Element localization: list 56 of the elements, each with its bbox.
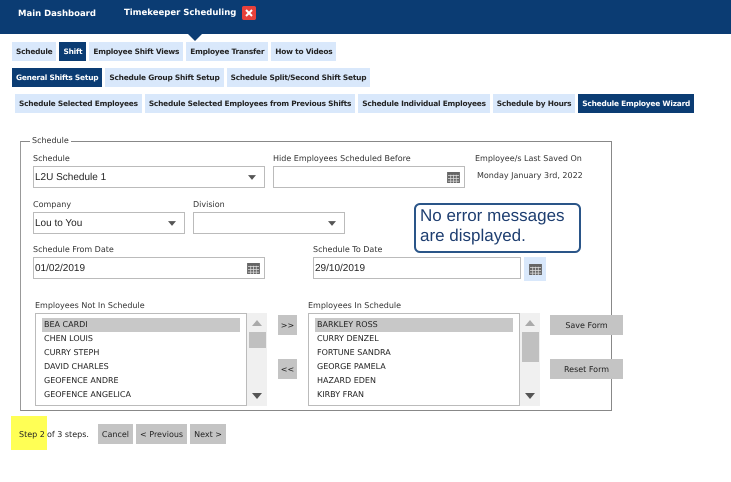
scrollbar[interactable]	[520, 313, 540, 406]
step-indicator: Step 2	[11, 416, 47, 450]
calendar-icon[interactable]	[447, 172, 460, 182]
list-item[interactable]: BARKLEY ROSS	[315, 318, 513, 332]
scrollbar[interactable]	[247, 313, 267, 406]
calendar-button[interactable]	[524, 257, 546, 281]
field-label: Company	[33, 200, 72, 209]
form-button[interactable]: Reset Form	[550, 359, 623, 379]
callout-note: No error messages are displayed.	[414, 203, 581, 253]
company-dropdown[interactable]: Lou to You	[33, 212, 185, 234]
list-item[interactable]: FORTUNE SANDRA	[315, 346, 513, 360]
scrollbar-thumb[interactable]	[522, 332, 538, 362]
scroll-up-icon[interactable]	[252, 320, 262, 326]
list-item[interactable]: CHEN LOUIS	[42, 332, 240, 346]
scroll-down-icon[interactable]	[525, 393, 535, 399]
list-item[interactable]: CURRY DENZEL	[315, 332, 513, 346]
list-item[interactable]: GEORGE PAMELA	[315, 360, 513, 374]
calendar-icon	[528, 264, 542, 274]
caret-icon	[248, 174, 256, 180]
calendar-icon[interactable]	[247, 262, 260, 274]
scroll-down-icon[interactable]	[252, 393, 262, 399]
list-item[interactable]: CURRY STEPH	[42, 346, 240, 360]
navigation-tab[interactable]: Main Dashboard	[18, 0, 96, 41]
navigation-tab[interactable]: Timekeeper Scheduling	[124, 0, 256, 41]
date-field[interactable]: 29/10/2019	[313, 257, 521, 279]
scrollbar-thumb[interactable]	[248, 332, 266, 348]
date-field[interactable]: 01/02/2019	[33, 257, 265, 279]
field-label: Division	[193, 200, 226, 209]
wizard-button[interactable]: Cancel	[98, 424, 134, 444]
last-saved-date: Monday January 3rd, 2022	[477, 171, 583, 180]
scroll-up-icon[interactable]	[525, 320, 535, 326]
list-item[interactable]: HAZARD EDEN	[315, 374, 513, 388]
close-icon[interactable]	[242, 6, 256, 20]
list-item[interactable]: KIRBY FRAN	[315, 388, 513, 402]
field-label: Employee/s Last Saved On	[475, 154, 583, 163]
field-label: Schedule	[33, 154, 71, 163]
move-button[interactable]: <<	[278, 359, 297, 379]
list-label: Employees Not In Schedule	[35, 301, 146, 310]
list-item[interactable]: BEA CARDI	[42, 318, 240, 332]
field-label: Hide Employees Scheduled Before	[273, 154, 412, 163]
form-button[interactable]: Save Form	[550, 315, 623, 335]
field-label: Schedule From Date	[33, 245, 115, 254]
list-item[interactable]: DAVID CHARLES	[42, 360, 240, 374]
fieldset-legend: Schedule	[30, 136, 71, 145]
list-item[interactable]: GEOFENCE ANDRE	[42, 374, 240, 388]
wizard-button[interactable]: < Previous	[136, 424, 188, 444]
schedule-dropdown[interactable]: L2U Schedule 1	[33, 166, 265, 188]
list-label: Employees In Schedule	[308, 301, 402, 310]
date-field[interactable]	[273, 166, 465, 188]
caret-icon	[168, 220, 176, 226]
list-item[interactable]: GEOFENCE ANGELICA	[42, 388, 240, 402]
move-button[interactable]: >>	[278, 315, 297, 335]
field-label: Schedule To Date	[313, 245, 384, 254]
step-count: of 3 steps.	[47, 430, 89, 439]
wizard-button[interactable]: Next >	[190, 424, 226, 444]
caret-icon	[328, 220, 336, 226]
